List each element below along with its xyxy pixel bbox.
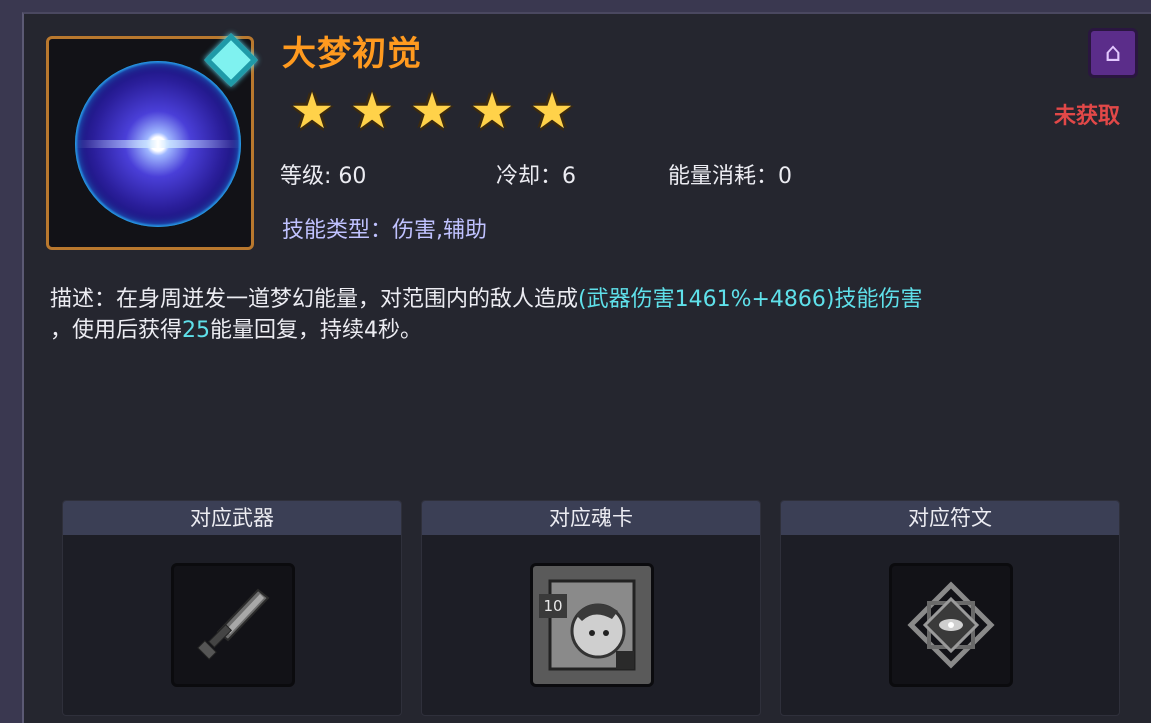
orb-flare <box>75 140 241 148</box>
card-title: 对应魂卡 <box>422 501 760 535</box>
card-title: 对应武器 <box>63 501 401 535</box>
skill-description: 描述：在身周迸发一道梦幻能量，对范围内的敌人造成(武器伤害1461%+4866)… <box>50 284 1130 346</box>
star-icon: ★ <box>529 82 575 140</box>
cooldown-stat: 冷却：6 <box>496 164 576 189</box>
slot-toggle-button[interactable]: ⌂ <box>1088 28 1138 78</box>
boot-icon: ⌂ <box>1104 38 1122 68</box>
soul-card-icon[interactable]: 10 <box>530 563 654 687</box>
card-level-badge: 10 <box>539 594 567 618</box>
status-badge: 未获取 <box>1054 104 1121 129</box>
star-rating: ★ ★ ★ ★ ★ <box>286 86 578 136</box>
dagger-icon[interactable] <box>171 563 295 687</box>
skill-name: 大梦初觉 <box>282 34 422 74</box>
rune-icon[interactable] <box>889 563 1013 687</box>
gem-icon <box>204 33 258 87</box>
star-icon: ★ <box>349 82 395 140</box>
desc-highlight-damage: (武器伤害1461%+4866)技能伤害 <box>578 287 923 312</box>
desc-text-3: 能量回复，持续4秒。 <box>210 318 423 343</box>
star-icon: ★ <box>289 82 335 140</box>
energy-cost-stat: 能量消耗：0 <box>668 164 792 189</box>
desc-text-1: 描述：在身周迸发一道梦幻能量，对范围内的敌人造成 <box>50 287 579 312</box>
rune-card[interactable]: 对应符文 <box>780 500 1120 716</box>
star-icon: ★ <box>409 82 455 140</box>
desc-text-2: ，使用后获得 <box>50 318 183 343</box>
desc-highlight-energy: 25 <box>182 318 211 343</box>
star-icon: ★ <box>469 82 515 140</box>
weapon-card[interactable]: 对应武器 <box>62 500 402 716</box>
soul-card-card[interactable]: 对应魂卡 10 <box>421 500 761 716</box>
level-stat: 等级: 60 <box>280 164 367 189</box>
skill-type: 技能类型：伤害,辅助 <box>282 218 487 243</box>
card-title: 对应符文 <box>781 501 1119 535</box>
